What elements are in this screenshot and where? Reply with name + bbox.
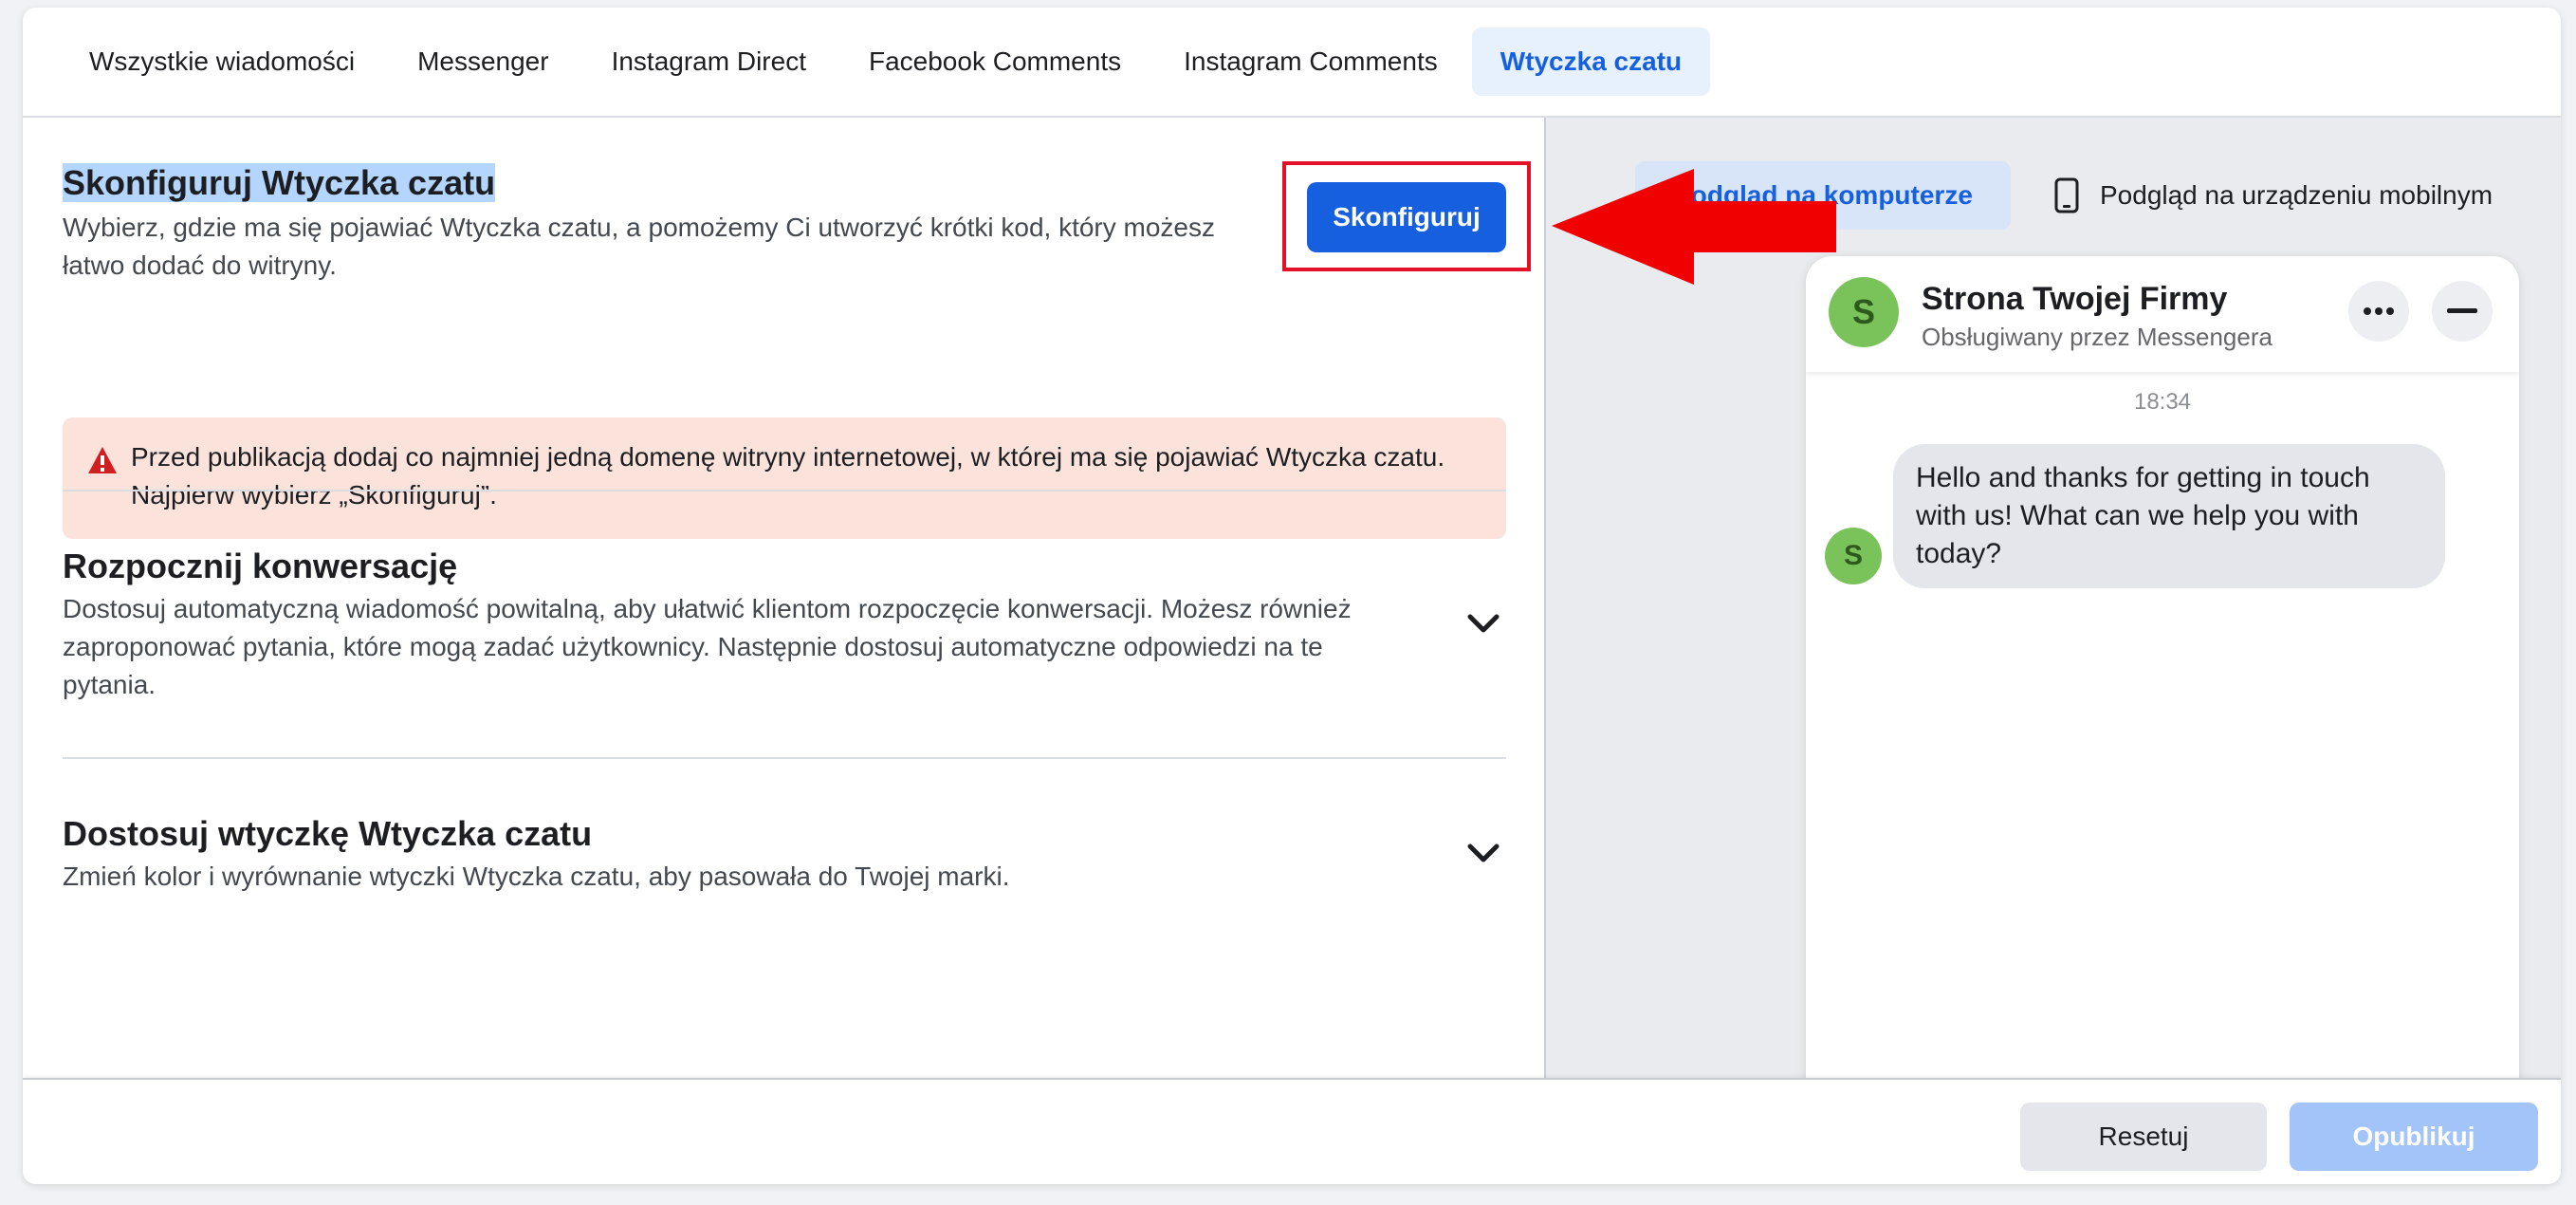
inbox-tabs: Wszystkie wiadomości Messenger Instagram… bbox=[23, 8, 2561, 118]
customize-plugin-description: Zmień kolor i wyrównanie wtyczki Wtyczka… bbox=[63, 862, 1010, 891]
section-divider bbox=[63, 490, 1506, 491]
publish-button[interactable]: Opublikuj bbox=[2290, 1103, 2538, 1171]
reset-button[interactable]: Resetuj bbox=[2020, 1103, 2267, 1171]
chat-subtitle: Obsługiwany przez Messengera bbox=[1922, 323, 2272, 351]
start-desc-line-2: zaproponować pytania, które mogą zadać u… bbox=[63, 632, 1323, 661]
domain-warning-alert: Przed publikacją dodaj co najmniej jedną… bbox=[63, 417, 1506, 539]
chat-page-name: Strona Twojej Firmy bbox=[1922, 281, 2228, 317]
avatar: S bbox=[1825, 528, 1882, 584]
setup-desc-line-1: Wybierz, gdzie ma się pojawiać Wtyczka c… bbox=[63, 213, 1216, 242]
tab-facebook-comments[interactable]: Facebook Comments bbox=[840, 28, 1150, 96]
tab-all-messages[interactable]: Wszystkie wiadomości bbox=[61, 28, 383, 96]
greeting-message-bubble: Hello and thanks for getting in touch wi… bbox=[1893, 444, 2445, 588]
start-desc-line-1: Dostosuj automatyczną wiadomość powitaln… bbox=[63, 594, 1352, 623]
chat-plugin-preview: S Strona Twojej Firmy Obsługiwany przez … bbox=[1806, 256, 2519, 1078]
avatar: S bbox=[1829, 277, 1899, 347]
chat-plugin-settings-card: Wszystkie wiadomości Messenger Instagram… bbox=[23, 8, 2561, 1184]
ellipsis-icon bbox=[2364, 307, 2394, 315]
minus-icon bbox=[2447, 308, 2477, 313]
configure-button[interactable]: Skonfiguruj bbox=[1307, 182, 1506, 252]
mobile-preview-label: Podgląd na urządzeniu mobilnym bbox=[2100, 180, 2493, 210]
customize-plugin-title: Dostosuj wtyczkę Wtyczka czatu bbox=[63, 814, 593, 853]
warning-line-2: Najpierw wybierz „Skonfiguruj”. bbox=[131, 480, 497, 510]
setup-title-text: Skonfiguruj Wtyczka czatu bbox=[63, 163, 496, 202]
setup-section-description: Wybierz, gdzie ma się pojawiać Wtyczka c… bbox=[63, 209, 1258, 285]
setup-section-title: Skonfiguruj Wtyczka czatu bbox=[63, 163, 496, 203]
start-conversation-title: Rozpocznij konwersację bbox=[63, 547, 458, 585]
warning-icon bbox=[88, 447, 117, 473]
tab-mobile-preview[interactable]: Podgląd na urządzeniu mobilnym bbox=[2041, 161, 2515, 230]
minimize-button[interactable] bbox=[2432, 281, 2493, 342]
warning-line-1: Przed publikacją dodaj co najmniej jedną… bbox=[131, 442, 1445, 472]
setup-desc-line-2: łatwo dodać do witryny. bbox=[63, 250, 337, 280]
tab-instagram-direct[interactable]: Instagram Direct bbox=[583, 28, 835, 96]
chevron-down-icon[interactable] bbox=[1464, 839, 1502, 865]
section-divider bbox=[63, 757, 1506, 759]
tab-messenger[interactable]: Messenger bbox=[389, 28, 578, 96]
warning-text: Przed publikacją dodaj co najmniej jedną… bbox=[131, 438, 1478, 514]
message-timestamp: 18:34 bbox=[2133, 389, 2192, 415]
annotation-arrow-icon bbox=[1552, 169, 1836, 285]
tab-chat-plugin[interactable]: Wtyczka czatu bbox=[1471, 28, 1711, 96]
mobile-phone-icon bbox=[2054, 177, 2079, 213]
chevron-down-icon[interactable] bbox=[1464, 609, 1502, 636]
start-desc-line-3: pytania. bbox=[63, 670, 156, 699]
footer-bar: Resetuj Opublikuj bbox=[23, 1078, 2561, 1184]
chat-header: S Strona Twojej Firmy Obsługiwany przez … bbox=[1806, 256, 2519, 372]
start-conversation-description: Dostosuj automatyczną wiadomość powitaln… bbox=[63, 590, 1409, 704]
more-options-button[interactable] bbox=[2348, 281, 2409, 342]
tab-instagram-comments[interactable]: Instagram Comments bbox=[1155, 28, 1466, 96]
